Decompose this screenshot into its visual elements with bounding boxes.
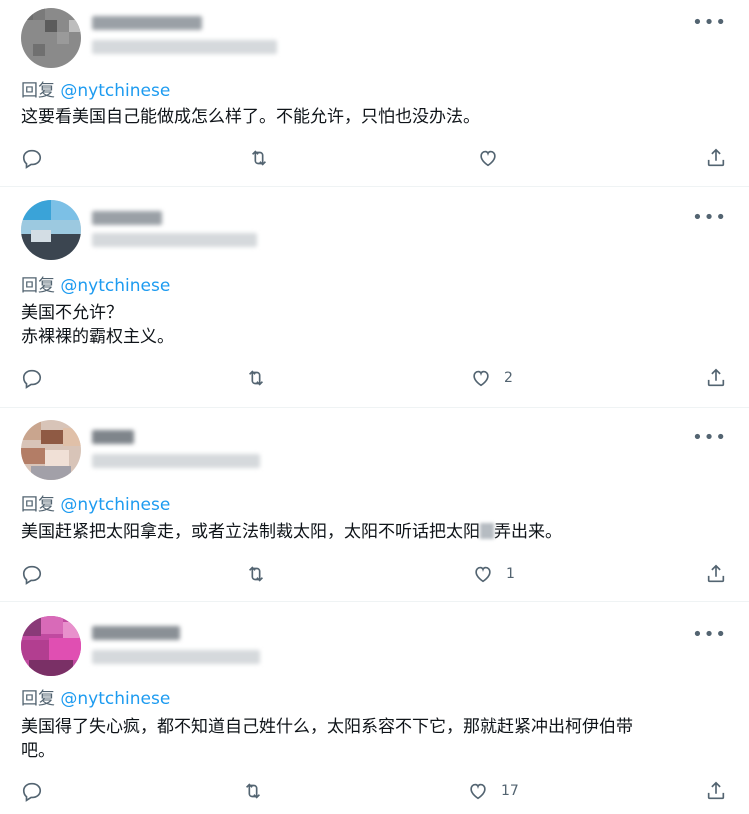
like-button[interactable]: 1 bbox=[472, 563, 515, 585]
reply-context: 回复 @nytchinese bbox=[21, 76, 170, 101]
tweet-text: 美国赶紧把太阳拿走，或者立法制裁太阳，太阳不听话把太阳 弄出来。 bbox=[21, 522, 562, 542]
reply-context: 回复 @nytchinese bbox=[21, 490, 170, 515]
username-blurred bbox=[92, 650, 260, 664]
reply-prefix: 回复 bbox=[21, 81, 55, 101]
avatar[interactable] bbox=[21, 8, 81, 68]
share-button[interactable] bbox=[705, 367, 727, 389]
reply-icon bbox=[22, 149, 42, 169]
heart-icon bbox=[470, 783, 486, 800]
display-name-blurred bbox=[92, 626, 180, 640]
censored-glyph bbox=[480, 523, 494, 539]
share-button[interactable] bbox=[705, 780, 727, 802]
retweet-icon bbox=[248, 566, 264, 582]
retweet-icon bbox=[251, 150, 267, 166]
username-blurred bbox=[92, 40, 277, 54]
like-count: 2 bbox=[504, 370, 513, 386]
like-count: 1 bbox=[506, 566, 515, 582]
more-options-icon[interactable]: ••• bbox=[692, 626, 727, 644]
retweet-icon bbox=[248, 370, 264, 386]
mention-link[interactable]: @nytchinese bbox=[60, 81, 170, 101]
display-name-blurred bbox=[92, 430, 134, 444]
more-options-icon[interactable]: ••• bbox=[692, 209, 727, 227]
retweet-button[interactable] bbox=[245, 367, 267, 389]
retweet-button[interactable] bbox=[242, 780, 264, 802]
reply-tweet[interactable]: ••• 回复 @nytchinese 美国不允许？ 赤裸裸的霸权主义。 2 bbox=[0, 187, 749, 408]
heart-icon bbox=[475, 566, 491, 583]
reply-context: 回复 @nytchinese bbox=[21, 271, 170, 296]
more-options-icon[interactable]: ••• bbox=[692, 14, 727, 32]
share-button[interactable] bbox=[705, 563, 727, 585]
reply-icon bbox=[22, 369, 42, 389]
heart-icon bbox=[480, 150, 496, 167]
reply-context: 回复 @nytchinese bbox=[21, 684, 170, 709]
reply-prefix: 回复 bbox=[21, 495, 55, 515]
reply-button[interactable] bbox=[21, 367, 43, 389]
tweet-text: 美国不允许？ 赤裸裸的霸权主义。 bbox=[21, 303, 174, 347]
share-icon bbox=[707, 148, 725, 167]
reply-tweet[interactable]: ••• 回复 @nytchinese 这要看美国自己能做成怎么样了。不能允许，只… bbox=[0, 0, 749, 187]
avatar[interactable] bbox=[21, 200, 81, 260]
reply-tweet[interactable]: ••• 回复 @nytchinese 美国赶紧把太阳拿走，或者立法制裁太阳，太阳… bbox=[0, 408, 749, 602]
like-button[interactable]: 2 bbox=[470, 367, 513, 389]
more-options-icon[interactable]: ••• bbox=[692, 429, 727, 447]
reply-icon bbox=[22, 565, 42, 585]
avatar[interactable] bbox=[21, 616, 81, 676]
avatar[interactable] bbox=[21, 420, 81, 480]
reply-prefix: 回复 bbox=[21, 276, 55, 296]
like-button[interactable]: 17 bbox=[467, 780, 519, 802]
reply-prefix: 回复 bbox=[21, 689, 55, 709]
display-name-blurred bbox=[92, 211, 162, 225]
reply-tweet[interactable]: ••• 回复 @nytchinese 美国得了失心疯，都不知道自己姓什么，太阳系… bbox=[0, 602, 749, 814]
tweet-text: 美国得了失心疯，都不知道自己姓什么，太阳系容不下它，那就赶紧冲出柯伊伯带 吧。 bbox=[21, 717, 633, 761]
share-icon bbox=[707, 564, 725, 583]
reply-icon bbox=[22, 782, 42, 802]
share-icon bbox=[707, 781, 725, 800]
retweet-button[interactable] bbox=[245, 563, 267, 585]
mention-link[interactable]: @nytchinese bbox=[60, 276, 170, 296]
display-name-blurred bbox=[92, 16, 202, 30]
share-button[interactable] bbox=[705, 147, 727, 169]
heart-icon bbox=[473, 370, 489, 387]
reply-button[interactable] bbox=[21, 147, 43, 169]
mention-link[interactable]: @nytchinese bbox=[60, 495, 170, 515]
reply-button[interactable] bbox=[21, 780, 43, 802]
like-count: 17 bbox=[501, 783, 519, 799]
username-blurred bbox=[92, 454, 260, 468]
tweet-text: 这要看美国自己能做成怎么样了。不能允许，只怕也没办法。 bbox=[21, 107, 480, 127]
like-button[interactable] bbox=[477, 147, 511, 169]
retweet-button[interactable] bbox=[248, 147, 270, 169]
username-blurred bbox=[92, 233, 257, 247]
reply-button[interactable] bbox=[21, 563, 43, 585]
mention-link[interactable]: @nytchinese bbox=[60, 689, 170, 709]
share-icon bbox=[707, 368, 725, 387]
retweet-icon bbox=[245, 783, 261, 799]
